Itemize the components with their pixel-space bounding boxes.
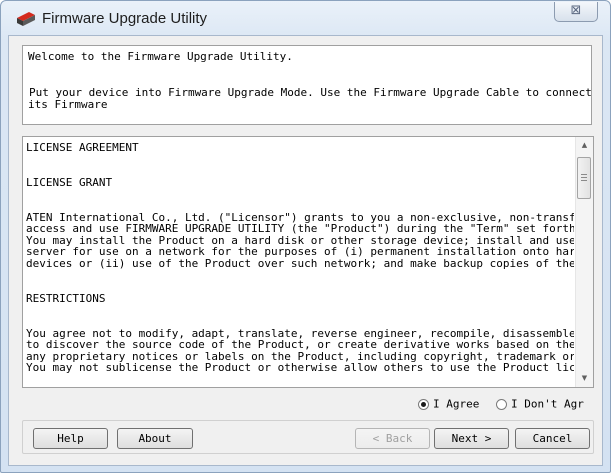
scroll-down-arrow-icon[interactable]: ▼ xyxy=(576,370,593,387)
grip-line xyxy=(581,174,587,175)
about-button[interactable]: About xyxy=(117,428,193,449)
window-title: Firmware Upgrade Utility xyxy=(42,10,208,27)
license-grant-heading: LICENSE GRANT xyxy=(26,175,113,189)
cancel-button[interactable]: Cancel xyxy=(515,428,590,449)
grip-line xyxy=(581,180,587,181)
disagree-radio[interactable] xyxy=(495,398,507,410)
next-button[interactable]: Next > xyxy=(434,428,509,449)
agree-option[interactable]: I Agree xyxy=(418,397,479,411)
license-grant-line: access and use FIRMWARE UPGRADE UTILITY … xyxy=(26,222,574,236)
license-text-box[interactable]: LICENSE AGREEMENT LICENSE GRANT ATEN Int… xyxy=(22,136,594,388)
scroll-thumb[interactable] xyxy=(577,157,591,199)
agree-label: I Agree xyxy=(433,397,480,411)
title-bar[interactable]: Firmware Upgrade Utility ⊠ xyxy=(1,1,610,35)
help-button[interactable]: Help xyxy=(33,428,108,449)
back-button[interactable]: < Back xyxy=(355,428,430,449)
license-grant-line: devices or (ii) use of the Product over … xyxy=(26,256,574,270)
button-bar: Help About < Back Next > Cancel xyxy=(22,420,594,454)
instruction-text-cont: its Firmware xyxy=(28,98,108,111)
restrictions-heading: RESTRICTIONS xyxy=(26,291,106,305)
firmware-upgrade-window: Firmware Upgrade Utility ⊠ Welcome to th… xyxy=(0,0,611,473)
license-heading: LICENSE AGREEMENT xyxy=(26,142,139,154)
app-icon xyxy=(17,12,35,26)
agreement-options: I Agree I Don't Agr xyxy=(418,397,594,413)
restriction-line: You may not sublicense the Product or ot… xyxy=(26,361,574,375)
intro-panel: Welcome to the Firmware Upgrade Utility.… xyxy=(22,45,592,125)
scroll-up-arrow-icon[interactable]: ▲ xyxy=(576,137,593,154)
close-icon: ⊠ xyxy=(570,3,582,18)
license-scrollbar[interactable]: ▲ ▼ xyxy=(575,137,593,387)
disagree-label: I Don't Agr xyxy=(510,397,584,411)
grip-line xyxy=(581,177,587,178)
agree-radio[interactable] xyxy=(418,398,429,410)
license-content: LICENSE AGREEMENT LICENSE GRANT ATEN Int… xyxy=(26,142,574,386)
welcome-text: Welcome to the Firmware Upgrade Utility. xyxy=(28,50,293,63)
dialog-client-area: Welcome to the Firmware Upgrade Utility.… xyxy=(8,35,603,466)
instruction-text: Put your device into Firmware Upgrade Mo… xyxy=(29,86,592,99)
restriction-line: to discover the source code of the Produ… xyxy=(26,338,574,352)
disagree-option[interactable]: I Don't Agr xyxy=(495,397,584,411)
close-button[interactable]: ⊠ xyxy=(554,2,598,22)
